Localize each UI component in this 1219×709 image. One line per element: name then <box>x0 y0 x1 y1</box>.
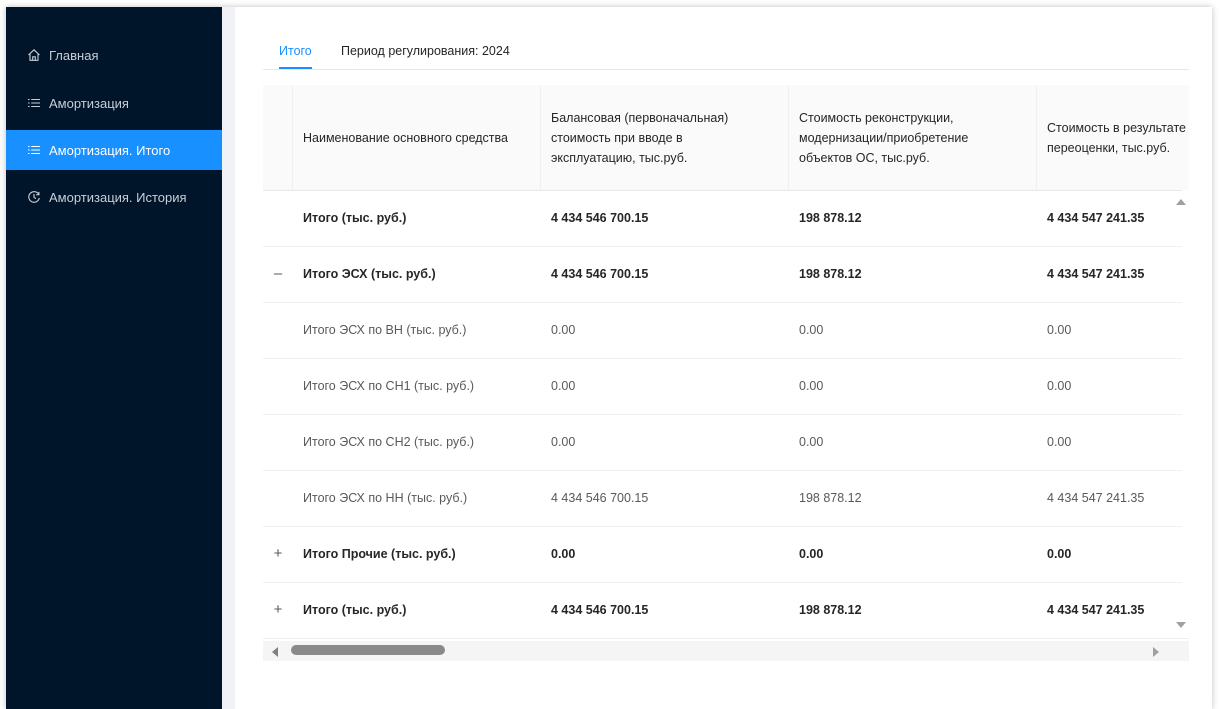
row-name-cell: Итого ЭСХ (тыс. руб.) <box>303 267 436 281</box>
row-value-cell: 198 878.12 <box>799 267 862 281</box>
expand-column-header <box>263 85 293 190</box>
column-header-reconstruction-cost: Стоимость реконструкции, модернизации/пр… <box>789 85 1037 190</box>
sidebar-item-home[interactable]: Главная <box>6 35 222 75</box>
row-value-cell: 0.00 <box>551 547 576 561</box>
row-name-cell: Итого ЭСХ по ВН (тыс. руб.) <box>303 323 467 337</box>
row-value-cell: 198 878.12 <box>799 603 862 617</box>
tab-total[interactable]: Итого <box>279 33 312 69</box>
table-row-esh-total: – Итого ЭСХ (тыс. руб.) 4 434 546 700.15… <box>263 246 1189 303</box>
row-value-cell: 4 434 547 241.35 <box>1047 211 1145 225</box>
table-row-esh-sn1: Итого ЭСХ по СН1 (тыс. руб.) 0.00 0.00 0… <box>263 358 1189 415</box>
row-value-cell: 0.00 <box>551 323 576 337</box>
table-row-grand-total: + Итого (тыс. руб.) 4 434 546 700.15 198… <box>263 582 1189 639</box>
row-value-cell: 4 434 547 241.35 <box>1047 267 1145 281</box>
sidebar-item-label: Главная <box>49 47 99 63</box>
sidebar-item-amortization-total[interactable]: Амортизация. Итого <box>6 130 222 170</box>
column-header-name: Наименование основного средства <box>293 85 541 190</box>
sidebar-item-label: Амортизация. Итого <box>49 142 171 158</box>
home-icon <box>27 48 41 62</box>
row-value-cell: 0.00 <box>1047 435 1072 449</box>
scroll-right-arrow-icon[interactable] <box>1153 647 1159 657</box>
column-header-text: Балансовая (первоначальная) стоимость пр… <box>551 110 729 165</box>
row-value-cell: 4 434 546 700.15 <box>551 491 649 505</box>
row-name-cell: Итого ЭСХ по СН1 (тыс. руб.) <box>303 379 475 393</box>
row-value-cell: 198 878.12 <box>799 491 862 505</box>
row-name-cell: Итого ЭСХ по СН2 (тыс. руб.) <box>303 435 475 449</box>
row-name-cell: Итого (тыс. руб.) <box>303 603 407 617</box>
row-value-cell: 0.00 <box>551 379 576 393</box>
collapse-row-button[interactable]: – <box>263 246 293 302</box>
table-row-other-total: + Итого Прочие (тыс. руб.) 0.00 0.00 0.0… <box>263 526 1189 583</box>
tab-active-indicator <box>279 67 312 69</box>
table-row-total: Итого (тыс. руб.) 4 434 546 700.15 198 8… <box>263 190 1189 247</box>
period-label: Период регулирования: 2024 <box>341 33 510 68</box>
row-name-cell: Итого Прочие (тыс. руб.) <box>303 547 456 561</box>
sidebar-item-label: Амортизация <box>49 95 129 111</box>
row-name-cell: Итого (тыс. руб.) <box>303 211 407 225</box>
tab-bar: Итого Период регулирования: 2024 <box>263 33 1189 70</box>
column-header-initial-cost: Балансовая (первоначальная) стоимость пр… <box>541 85 789 190</box>
summary-table: Наименование основного средства Балансов… <box>263 85 1189 661</box>
row-value-cell: 198 878.12 <box>799 211 862 225</box>
row-value-cell: 0.00 <box>1047 379 1072 393</box>
expand-row-button[interactable]: + <box>263 582 293 638</box>
row-value-cell: 0.00 <box>799 435 824 449</box>
row-value-cell: 0.00 <box>1047 323 1072 337</box>
main-content: Итого Период регулирования: 2024 Наимено… <box>235 7 1212 709</box>
column-header-text: Наименование основного средства <box>303 130 508 145</box>
row-value-cell: 0.00 <box>1047 547 1072 561</box>
row-value-cell: 4 434 547 241.35 <box>1047 603 1145 617</box>
row-expander <box>263 190 293 246</box>
list-icon <box>27 96 41 110</box>
expand-row-button[interactable]: + <box>263 526 293 582</box>
scrollbar-thumb[interactable] <box>291 645 445 655</box>
row-value-cell: 0.00 <box>799 379 824 393</box>
row-value-cell: 4 434 546 700.15 <box>551 211 649 225</box>
sidebar-item-amortization[interactable]: Амортизация <box>6 83 222 123</box>
table-row-esh-sn2: Итого ЭСХ по СН2 (тыс. руб.) 0.00 0.00 0… <box>263 414 1189 471</box>
period-text: Период регулирования: 2024 <box>341 44 510 58</box>
row-value-cell: 4 434 547 241.35 <box>1047 491 1145 505</box>
row-value-cell: 4 434 546 700.15 <box>551 603 649 617</box>
column-header-text: Стоимость реконструкции, модернизации/пр… <box>799 110 969 165</box>
sidebar-item-label: Амортизация. История <box>49 189 187 205</box>
sidebar-item-amortization-history[interactable]: Амортизация. История <box>6 177 222 217</box>
row-value-cell: 0.00 <box>799 323 824 337</box>
vertical-scrollbar[interactable] <box>1182 190 1189 630</box>
scroll-left-arrow-icon[interactable] <box>272 647 278 657</box>
horizontal-scrollbar[interactable] <box>263 641 1189 661</box>
history-icon <box>27 190 41 204</box>
column-header-text: Стоимость в результате переоценки, тыс.р… <box>1047 120 1186 155</box>
tab-label: Итого <box>279 44 312 58</box>
table-header: Наименование основного средства Балансов… <box>263 85 1189 191</box>
row-value-cell: 4 434 546 700.15 <box>551 267 649 281</box>
sidebar: Главная Амортизация Амортизация. Итого А… <box>6 7 222 709</box>
list-icon <box>27 143 41 157</box>
row-value-cell: 0.00 <box>799 547 824 561</box>
row-name-cell: Итого ЭСХ по НН (тыс. руб.) <box>303 491 468 505</box>
column-header-revaluation-cost: Стоимость в результате переоценки, тыс.р… <box>1037 85 1189 190</box>
table-row-esh-nn: Итого ЭСХ по НН (тыс. руб.) 4 434 546 70… <box>263 470 1189 527</box>
scroll-up-arrow-icon[interactable] <box>1176 199 1186 205</box>
layout-gutter <box>222 7 235 709</box>
table-row-esh-vn: Итого ЭСХ по ВН (тыс. руб.) 0.00 0.00 0.… <box>263 302 1189 359</box>
row-value-cell: 0.00 <box>551 435 576 449</box>
scroll-down-arrow-icon[interactable] <box>1176 622 1186 628</box>
